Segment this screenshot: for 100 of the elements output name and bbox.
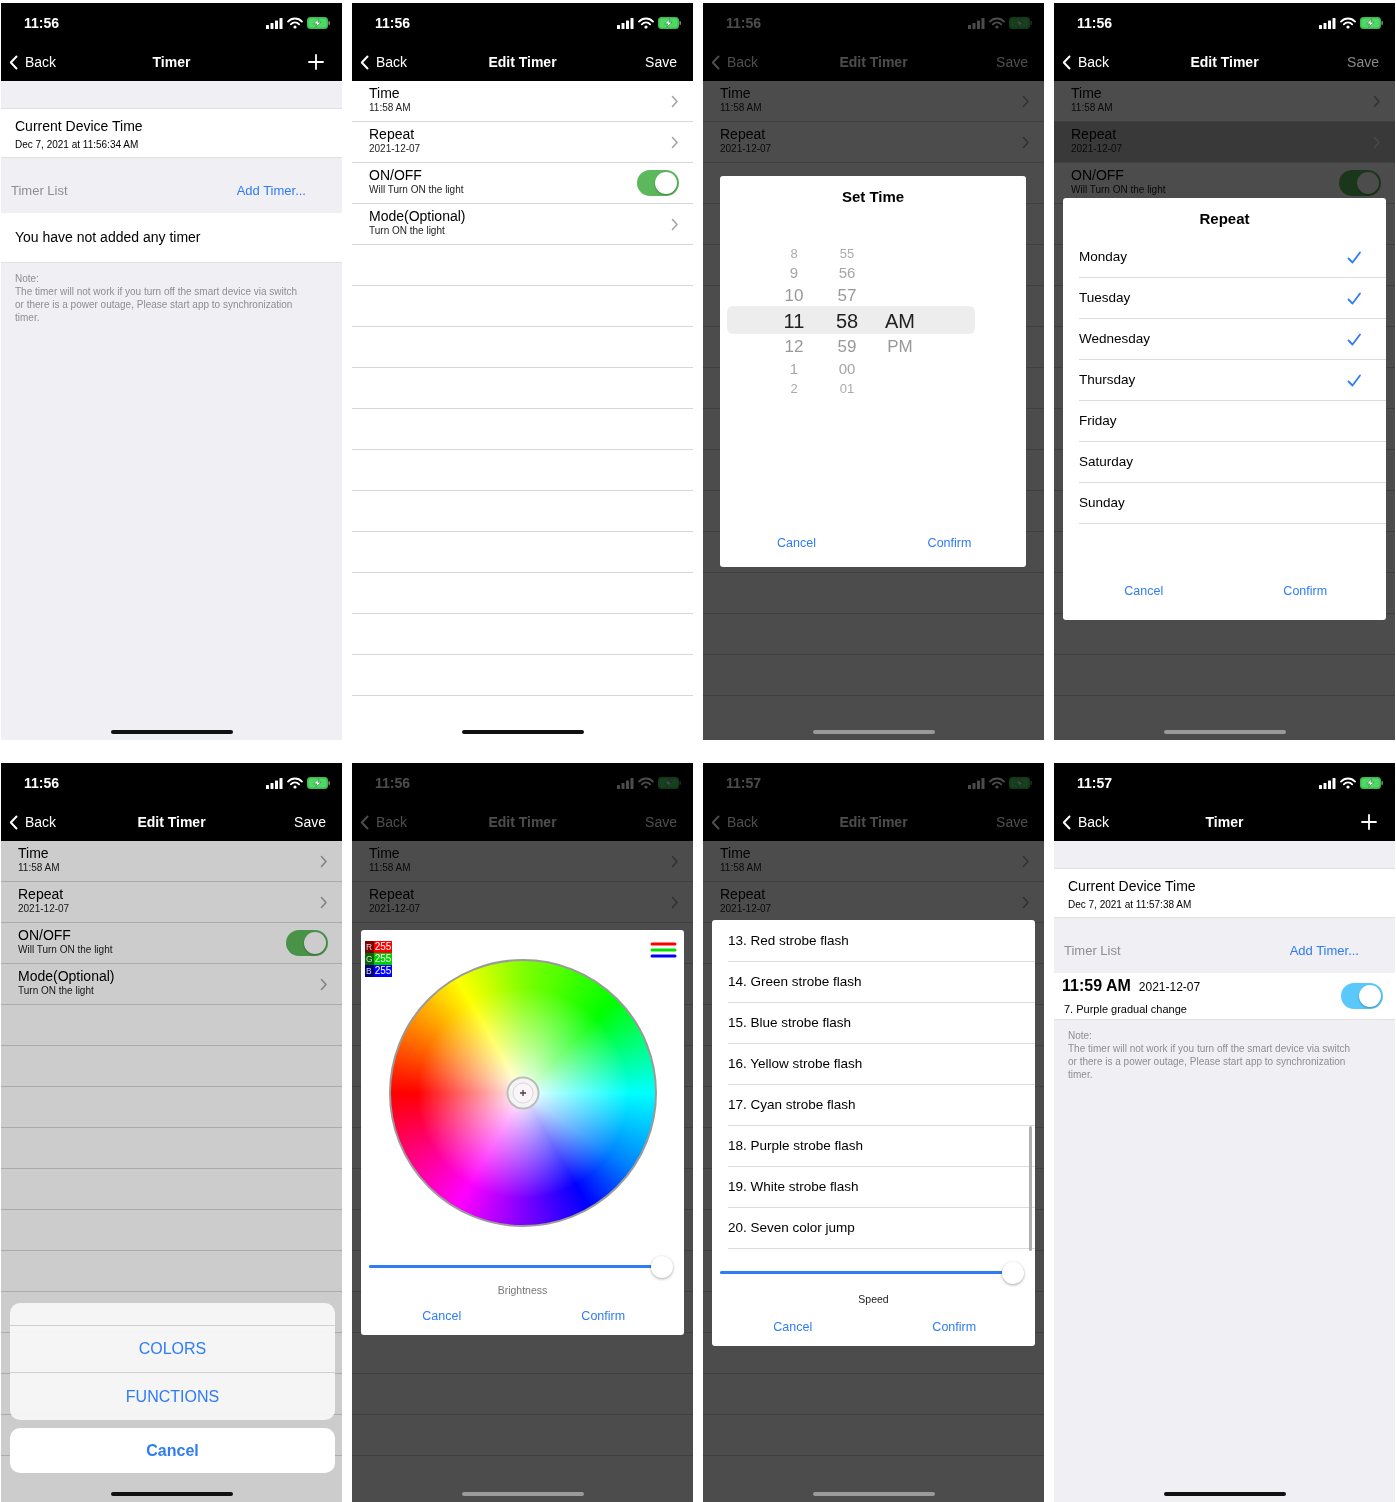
channel-label: B bbox=[365, 965, 374, 977]
note-text: The timer will not work if you turn off the smart device via switch or there is a power outage, Please start app to synchronization timer. bbox=[1068, 1042, 1352, 1081]
sheet-option[interactable]: COLORS bbox=[10, 1326, 335, 1373]
note-title: Note: bbox=[1068, 1029, 1093, 1042]
add-timer-link[interactable]: Add Timer... bbox=[1289, 940, 1359, 961]
row-subtitle: 11:58 AM bbox=[18, 862, 60, 874]
back-button[interactable]: Back bbox=[1054, 51, 1110, 73]
dialog-title: Set Time bbox=[840, 187, 906, 206]
row-title: Repeat bbox=[1071, 126, 1118, 142]
row-subtitle: Will Turn ON the light bbox=[18, 944, 113, 956]
slider-label: Brightness bbox=[496, 1283, 549, 1298]
confirm-button[interactable]: Confirm bbox=[873, 1317, 1035, 1337]
save-button[interactable]: Save bbox=[294, 811, 342, 833]
status-time: 11:57 bbox=[726, 773, 762, 793]
cancel-button[interactable]: Cancel bbox=[10, 1428, 335, 1473]
row-subtitle: 2021-12-07 bbox=[18, 903, 70, 915]
settings-row[interactable]: ON/OFF Will Turn ON the light bbox=[352, 163, 693, 204]
status-time: 11:56 bbox=[1077, 13, 1113, 33]
picker-value[interactable]: 8 bbox=[790, 244, 798, 262]
row-title: ON/OFF bbox=[18, 927, 72, 943]
row-title: Repeat bbox=[369, 886, 416, 902]
row-title: Repeat bbox=[18, 886, 65, 902]
cell-subtitle: Dec 7, 2021 at 11:57:38 AM bbox=[1068, 898, 1193, 912]
picker-value[interactable]: 2 bbox=[790, 379, 798, 397]
cancel-button[interactable]: Cancel bbox=[712, 1317, 874, 1337]
picker-value[interactable]: 58 bbox=[835, 307, 859, 334]
settings-row[interactable]: Time 11:58 AM bbox=[352, 81, 693, 122]
nav-title: Edit Timer bbox=[488, 52, 557, 72]
back-button[interactable]: Back bbox=[352, 51, 408, 73]
day-option[interactable]: Tuesday bbox=[1079, 278, 1386, 319]
picker-value[interactable]: 57 bbox=[837, 283, 857, 307]
mode-option[interactable]: 17. Cyan strobe flash bbox=[728, 1085, 1035, 1126]
cell-title: Current Device Time bbox=[15, 117, 144, 135]
row-subtitle: 2021-12-07 bbox=[369, 143, 421, 155]
picker-value[interactable]: 56 bbox=[838, 262, 856, 283]
settings-row[interactable]: Repeat 2021-12-07 bbox=[352, 122, 693, 163]
confirm-button[interactable]: Confirm bbox=[873, 533, 1026, 553]
mode-option[interactable]: 13. Red strobe flash bbox=[728, 921, 1035, 962]
day-option[interactable]: Sunday bbox=[1079, 483, 1386, 524]
row-title: Repeat bbox=[369, 126, 416, 142]
settings-row[interactable]: Mode(Optional) Turn ON the light bbox=[352, 204, 693, 245]
row-title: Time bbox=[18, 845, 50, 861]
slider-label: Speed bbox=[857, 1292, 890, 1307]
row-title: ON/OFF bbox=[1071, 167, 1125, 183]
day-option[interactable]: Friday bbox=[1079, 401, 1386, 442]
picker-value[interactable]: AM bbox=[885, 307, 915, 334]
settings-row[interactable]: ON/OFF Will Turn ON the light bbox=[1, 923, 342, 964]
timer-cell[interactable]: 11:59 AM 2021-12-07 7. Purple gradual change bbox=[1054, 973, 1395, 1020]
timer-mode: 7. Purple gradual change bbox=[1063, 1002, 1188, 1018]
save-button[interactable]: Save bbox=[645, 51, 693, 73]
cell-subtitle: Dec 7, 2021 at 11:56:34 AM bbox=[15, 138, 140, 152]
row-subtitle: 11:58 AM bbox=[369, 102, 411, 114]
picker-value[interactable]: 10 bbox=[784, 283, 804, 307]
settings-row[interactable]: Time 11:58 AM bbox=[1, 841, 342, 882]
picker-value[interactable]: PM bbox=[887, 334, 913, 358]
mode-option[interactable]: 15. Blue strobe flash bbox=[728, 1003, 1035, 1044]
day-option[interactable]: Saturday bbox=[1079, 442, 1386, 483]
nav-title: Timer bbox=[1205, 812, 1244, 832]
day-option[interactable]: Monday bbox=[1079, 237, 1386, 278]
cancel-button[interactable]: Cancel bbox=[720, 533, 873, 553]
row-subtitle: 2021-12-07 bbox=[369, 903, 421, 915]
cancel-button[interactable]: Cancel bbox=[361, 1306, 523, 1326]
settings-row[interactable]: Mode(Optional) Turn ON the light bbox=[1, 964, 342, 1005]
confirm-button[interactable]: Confirm bbox=[522, 1306, 684, 1326]
timer-time: 11:59 AM bbox=[1062, 976, 1131, 997]
sheet-option[interactable]: FUNCTIONS bbox=[10, 1373, 335, 1420]
dialog-title: Repeat bbox=[1198, 209, 1251, 229]
nav-title: Edit Timer bbox=[137, 812, 206, 832]
row-title: Time bbox=[720, 85, 752, 101]
day-option[interactable]: Wednesday bbox=[1079, 319, 1386, 360]
back-button[interactable]: Back bbox=[1054, 811, 1110, 833]
picker-value[interactable]: 59 bbox=[837, 334, 857, 358]
row-subtitle: Will Turn ON the light bbox=[369, 184, 464, 196]
channel-label: G bbox=[365, 953, 374, 965]
day-option[interactable]: Thursday bbox=[1079, 360, 1386, 401]
picker-value[interactable]: 11 bbox=[783, 307, 805, 334]
empty-message: You have not added any timer bbox=[1, 213, 342, 263]
add-timer-link[interactable]: Add Timer... bbox=[236, 180, 306, 201]
row-subtitle: Will Turn ON the light bbox=[1071, 184, 1166, 196]
mode-option[interactable]: 16. Yellow strobe flash bbox=[728, 1044, 1035, 1085]
cancel-button[interactable]: Cancel bbox=[1063, 581, 1225, 601]
picker-value[interactable]: 01 bbox=[839, 379, 855, 397]
row-title: Repeat bbox=[720, 886, 767, 902]
row-subtitle: 11:58 AM bbox=[720, 862, 762, 874]
back-button[interactable]: Back bbox=[1, 51, 57, 73]
back-button[interactable]: Back bbox=[1, 811, 57, 833]
mode-option[interactable]: 14. Green strobe flash bbox=[728, 962, 1035, 1003]
nav-title: Edit Timer bbox=[1190, 52, 1259, 72]
picker-value[interactable]: 12 bbox=[784, 334, 804, 358]
picker-value[interactable]: 55 bbox=[839, 244, 855, 262]
nav-title: Edit Timer bbox=[488, 812, 557, 832]
confirm-button[interactable]: Confirm bbox=[1224, 581, 1386, 601]
status-time: 11:56 bbox=[24, 13, 60, 33]
picker-value[interactable]: 00 bbox=[838, 358, 856, 379]
nav-title: Edit Timer bbox=[839, 812, 908, 832]
picker-value[interactable]: 9 bbox=[789, 262, 799, 283]
row-title: Time bbox=[1071, 85, 1103, 101]
note-title: Note: bbox=[15, 272, 40, 285]
settings-row[interactable]: Repeat 2021-12-07 bbox=[1, 882, 342, 923]
picker-value[interactable]: 1 bbox=[789, 358, 799, 379]
